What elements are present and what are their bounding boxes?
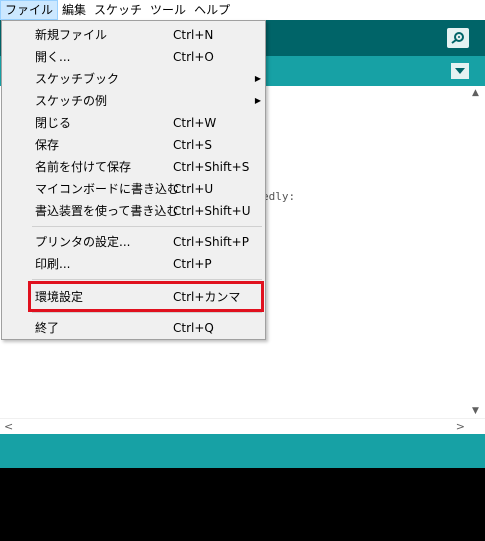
serial-monitor-button[interactable] — [447, 28, 469, 48]
menu-item-page-setup[interactable]: プリンタの設定... Ctrl+Shift+P — [2, 231, 265, 253]
menu-item-shortcut: Ctrl+Shift+S — [173, 160, 250, 174]
menu-separator — [32, 279, 262, 280]
status-bar — [0, 434, 485, 468]
menu-item-label: プリンタの設定... — [35, 235, 131, 249]
menu-item-sketchbook[interactable]: スケッチブック ▶ — [2, 68, 265, 90]
menu-item-new[interactable]: 新規ファイル Ctrl+N — [2, 24, 265, 46]
menu-tools[interactable]: ツール — [146, 0, 190, 20]
menu-sketch[interactable]: スケッチ — [90, 0, 146, 20]
menu-item-quit[interactable]: 終了 Ctrl+Q — [2, 317, 265, 339]
menubar: ファイル 編集 スケッチ ツール ヘルプ — [0, 0, 485, 21]
menu-item-close[interactable]: 閉じる Ctrl+W — [2, 112, 265, 134]
menu-item-open[interactable]: 開く... Ctrl+O — [2, 46, 265, 68]
menu-item-label: 新規ファイル — [35, 28, 108, 42]
menu-item-shortcut: Ctrl+O — [173, 50, 214, 64]
chevron-down-icon — [455, 68, 465, 74]
menu-item-shortcut: Ctrl+Shift+P — [173, 235, 249, 249]
menu-item-shortcut: Ctrl+P — [173, 257, 212, 271]
highlight-annotation — [28, 281, 264, 312]
tab-menu-button[interactable] — [451, 63, 469, 79]
menu-item-label: 印刷... — [35, 257, 71, 271]
menu-item-label: 書込装置を使って書き込む — [35, 204, 179, 218]
submenu-arrow-icon: ▶ — [254, 74, 261, 83]
menu-item-label: 終了 — [35, 321, 60, 335]
scroll-up-icon[interactable]: ▲ — [472, 88, 479, 98]
console-output — [0, 468, 485, 541]
menu-item-shortcut: Ctrl+S — [173, 138, 213, 152]
menu-item-label: 名前を付けて保存 — [35, 160, 132, 174]
menu-item-label: 開く... — [35, 50, 71, 64]
magnifier-icon — [451, 32, 464, 44]
scroll-down-icon[interactable]: ▼ — [472, 406, 479, 416]
menu-item-shortcut: Ctrl+U — [173, 182, 214, 196]
menu-item-label: スケッチの例 — [35, 94, 108, 108]
menu-item-upload[interactable]: マイコンボードに書き込む Ctrl+U — [2, 178, 265, 200]
menu-item-shortcut: Ctrl+W — [173, 116, 217, 130]
code-text: edly: — [262, 190, 296, 203]
menu-help[interactable]: ヘルプ — [190, 0, 234, 20]
horizontal-scrollbar[interactable]: < > — [0, 418, 485, 435]
menu-separator — [32, 312, 262, 313]
menu-item-upload-programmer[interactable]: 書込装置を使って書き込む Ctrl+Shift+U — [2, 200, 265, 222]
menu-item-print[interactable]: 印刷... Ctrl+P — [2, 253, 265, 275]
submenu-arrow-icon: ▶ — [254, 96, 261, 105]
menu-file[interactable]: ファイル — [0, 0, 59, 20]
menu-item-label: スケッチブック — [35, 72, 120, 86]
scroll-left-icon[interactable]: < — [4, 420, 13, 433]
menu-separator — [32, 226, 262, 227]
menu-item-save-as[interactable]: 名前を付けて保存 Ctrl+Shift+S — [2, 156, 265, 178]
menu-item-save[interactable]: 保存 Ctrl+S — [2, 134, 265, 156]
menu-edit[interactable]: 編集 — [58, 0, 90, 20]
menu-item-shortcut: Ctrl+Q — [173, 321, 214, 335]
menu-item-label: 保存 — [35, 138, 60, 152]
menu-item-label: マイコンボードに書き込む — [35, 182, 180, 196]
menu-item-label: 閉じる — [35, 116, 72, 130]
menu-item-examples[interactable]: スケッチの例 ▶ — [2, 90, 265, 112]
vertical-scrollbar[interactable]: ▲ ▼ — [468, 86, 485, 418]
menu-item-shortcut: Ctrl+Shift+U — [173, 204, 251, 218]
menu-item-shortcut: Ctrl+N — [173, 28, 214, 42]
scroll-right-icon[interactable]: > — [456, 420, 465, 433]
